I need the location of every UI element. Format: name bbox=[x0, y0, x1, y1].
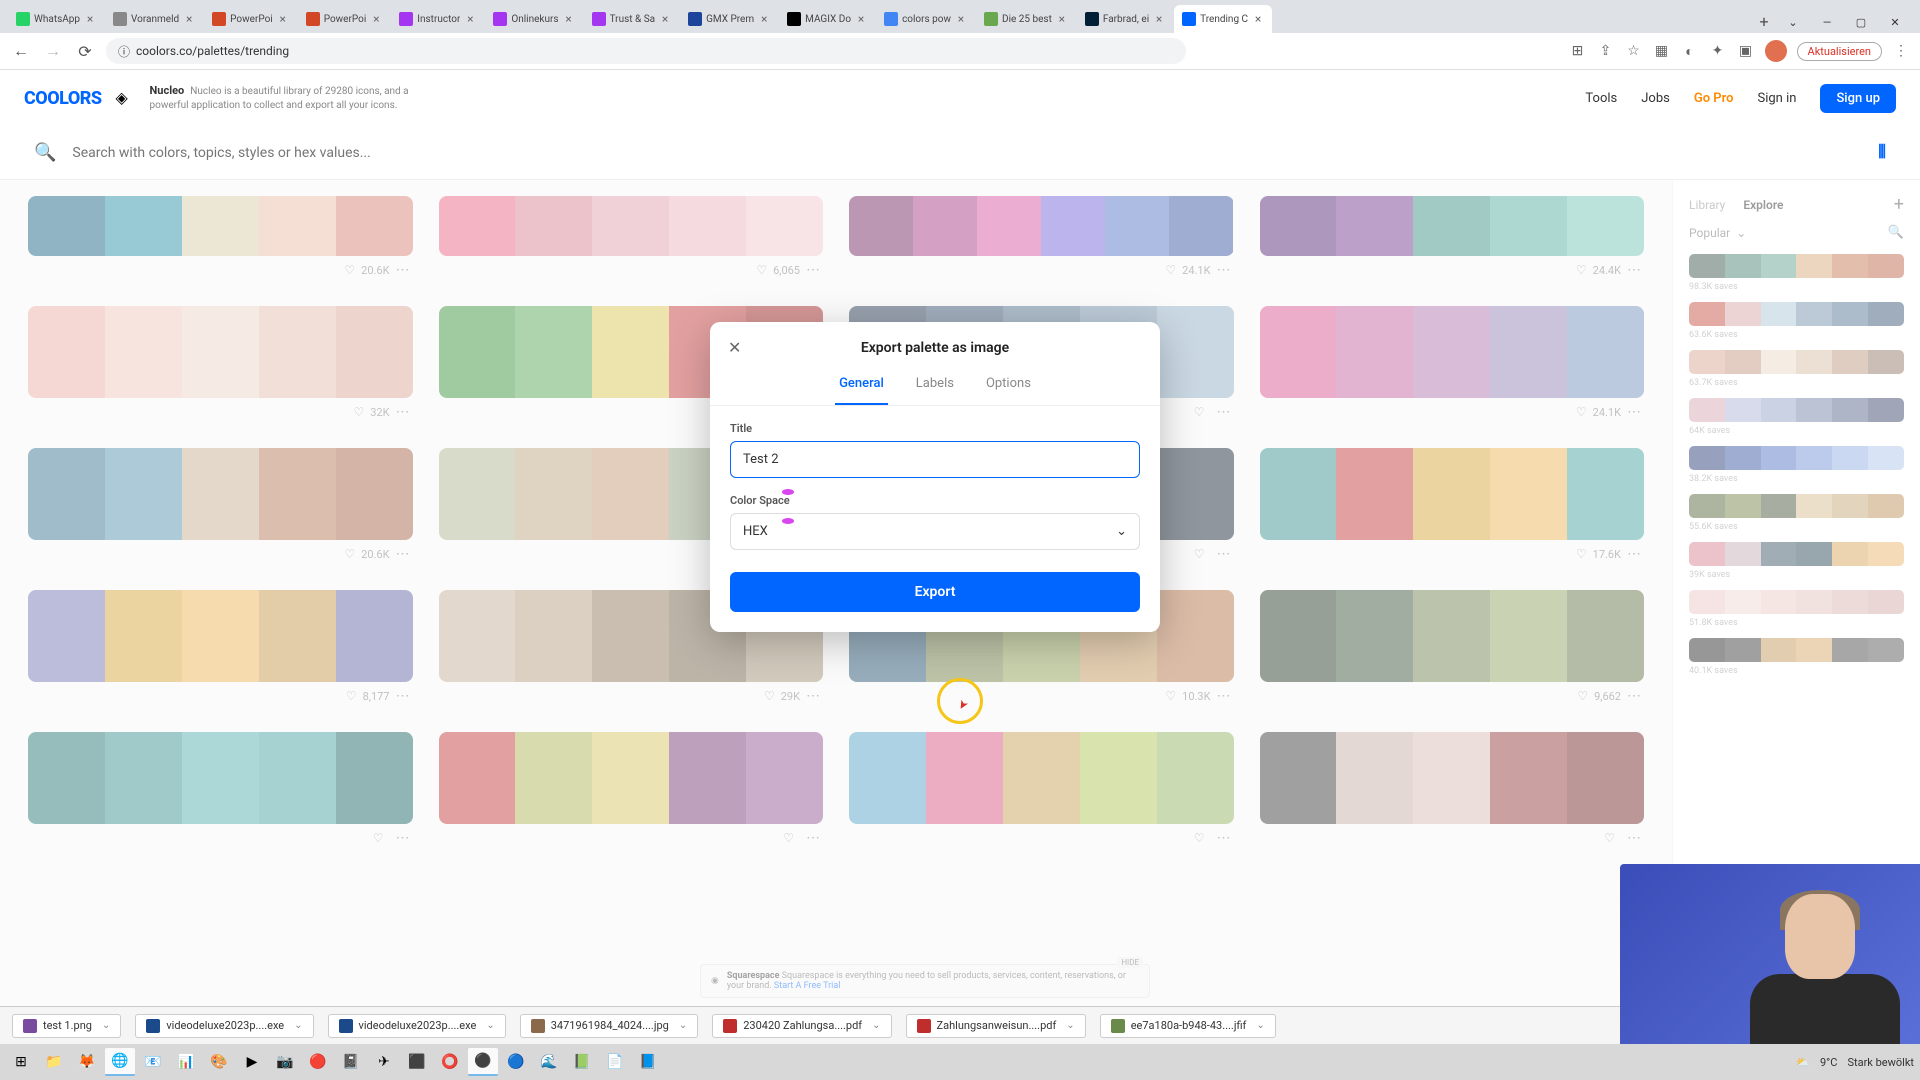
taskbar-app-icon[interactable]: 🔴 bbox=[303, 1048, 333, 1076]
file-name: 3471961984_4024....jpg bbox=[551, 1019, 669, 1032]
taskbar-telegram-icon[interactable]: ✈ bbox=[369, 1048, 399, 1076]
taskbar-explorer-icon[interactable]: 📁 bbox=[39, 1048, 69, 1076]
file-icon bbox=[339, 1019, 353, 1033]
taskbar-app-icon[interactable]: ⭕ bbox=[435, 1048, 465, 1076]
file-name: videodeluxe2023p....exe bbox=[359, 1019, 477, 1032]
download-item[interactable]: test 1.png ⌄ bbox=[12, 1014, 121, 1038]
taskbar: ⊞ 📁 🦊 🌐 📧 📊 🎨 ▶ 📷 🔴 📓 ✈ ⬛ ⭕ ⚫ 🔵 🌊 📗 📄 📘 … bbox=[0, 1044, 1920, 1080]
export-button[interactable]: Export bbox=[730, 572, 1140, 612]
taskbar-firefox-icon[interactable]: 🦊 bbox=[72, 1048, 102, 1076]
file-icon bbox=[23, 1019, 37, 1033]
download-item[interactable]: Zahlungsanweisun....pdf ⌄ bbox=[906, 1014, 1086, 1038]
chevron-down-icon[interactable]: ⌄ bbox=[102, 1020, 110, 1031]
chevron-down-icon[interactable]: ⌄ bbox=[872, 1020, 880, 1031]
taskbar-excel-icon[interactable]: 📗 bbox=[567, 1048, 597, 1076]
webcam-overlay bbox=[1620, 864, 1920, 1044]
weather-temp: 9°C bbox=[1820, 1056, 1837, 1069]
taskbar-app-icon[interactable]: 🔵 bbox=[501, 1048, 531, 1076]
chevron-down-icon[interactable]: ⌄ bbox=[1256, 1020, 1264, 1031]
taskbar-vlc-icon[interactable]: ▶ bbox=[237, 1048, 267, 1076]
file-name: ee7a180a-b948-43....jfif bbox=[1131, 1019, 1247, 1032]
modal-title: Export palette as image bbox=[730, 340, 1140, 356]
taskbar-app-icon[interactable]: 📄 bbox=[600, 1048, 630, 1076]
chevron-down-icon[interactable]: ⌄ bbox=[1066, 1020, 1074, 1031]
weather-icon[interactable]: ⛅ bbox=[1796, 1056, 1810, 1069]
taskbar-edge-icon[interactable]: 🌊 bbox=[534, 1048, 564, 1076]
file-name: test 1.png bbox=[43, 1019, 92, 1032]
export-modal: ✕ Export palette as image General Labels… bbox=[710, 322, 1160, 632]
chevron-down-icon[interactable]: ⌄ bbox=[679, 1020, 687, 1031]
close-icon[interactable]: ✕ bbox=[728, 338, 741, 357]
weather-text: Stark bewölkt bbox=[1847, 1056, 1914, 1069]
annotation-mark bbox=[782, 489, 794, 495]
file-icon bbox=[1111, 1019, 1125, 1033]
download-item[interactable]: 3471961984_4024....jpg ⌄ bbox=[520, 1014, 699, 1038]
file-icon bbox=[723, 1019, 737, 1033]
download-item[interactable]: videodeluxe2023p....exe ⌄ bbox=[135, 1014, 313, 1038]
file-icon bbox=[531, 1019, 545, 1033]
chevron-down-icon: ⌄ bbox=[1116, 524, 1127, 539]
start-button[interactable]: ⊞ bbox=[6, 1048, 36, 1076]
taskbar-powerpoint-icon[interactable]: 📊 bbox=[171, 1048, 201, 1076]
file-icon bbox=[146, 1019, 160, 1033]
tab-labels[interactable]: Labels bbox=[912, 368, 958, 405]
taskbar-app-icon[interactable]: 📷 bbox=[270, 1048, 300, 1076]
file-name: 230420 Zahlungsa....pdf bbox=[743, 1019, 862, 1032]
file-name: videodeluxe2023p....exe bbox=[166, 1019, 284, 1032]
file-name: Zahlungsanweisun....pdf bbox=[937, 1019, 1057, 1032]
taskbar-app-icon[interactable]: 🎨 bbox=[204, 1048, 234, 1076]
download-item[interactable]: videodeluxe2023p....exe ⌄ bbox=[328, 1014, 506, 1038]
title-label: Title bbox=[730, 422, 1140, 435]
file-icon bbox=[917, 1019, 931, 1033]
taskbar-obs-icon[interactable]: ⚫ bbox=[468, 1048, 498, 1076]
tab-options[interactable]: Options bbox=[982, 368, 1035, 405]
chevron-down-icon[interactable]: ⌄ bbox=[486, 1020, 494, 1031]
tab-general[interactable]: General bbox=[835, 368, 888, 405]
taskbar-app-icon[interactable]: ⬛ bbox=[402, 1048, 432, 1076]
taskbar-onenote-icon[interactable]: 📓 bbox=[336, 1048, 366, 1076]
annotation-mark bbox=[782, 518, 794, 524]
chevron-down-icon[interactable]: ⌄ bbox=[294, 1020, 302, 1031]
taskbar-outlook-icon[interactable]: 📧 bbox=[138, 1048, 168, 1076]
taskbar-word-icon[interactable]: 📘 bbox=[633, 1048, 663, 1076]
colorspace-label: Color Space bbox=[730, 494, 1140, 507]
taskbar-chrome-icon[interactable]: 🌐 bbox=[105, 1048, 135, 1076]
title-input[interactable] bbox=[730, 441, 1140, 478]
download-item[interactable]: 230420 Zahlungsa....pdf ⌄ bbox=[712, 1014, 891, 1038]
download-item[interactable]: ee7a180a-b948-43....jfif ⌄ bbox=[1100, 1014, 1276, 1038]
